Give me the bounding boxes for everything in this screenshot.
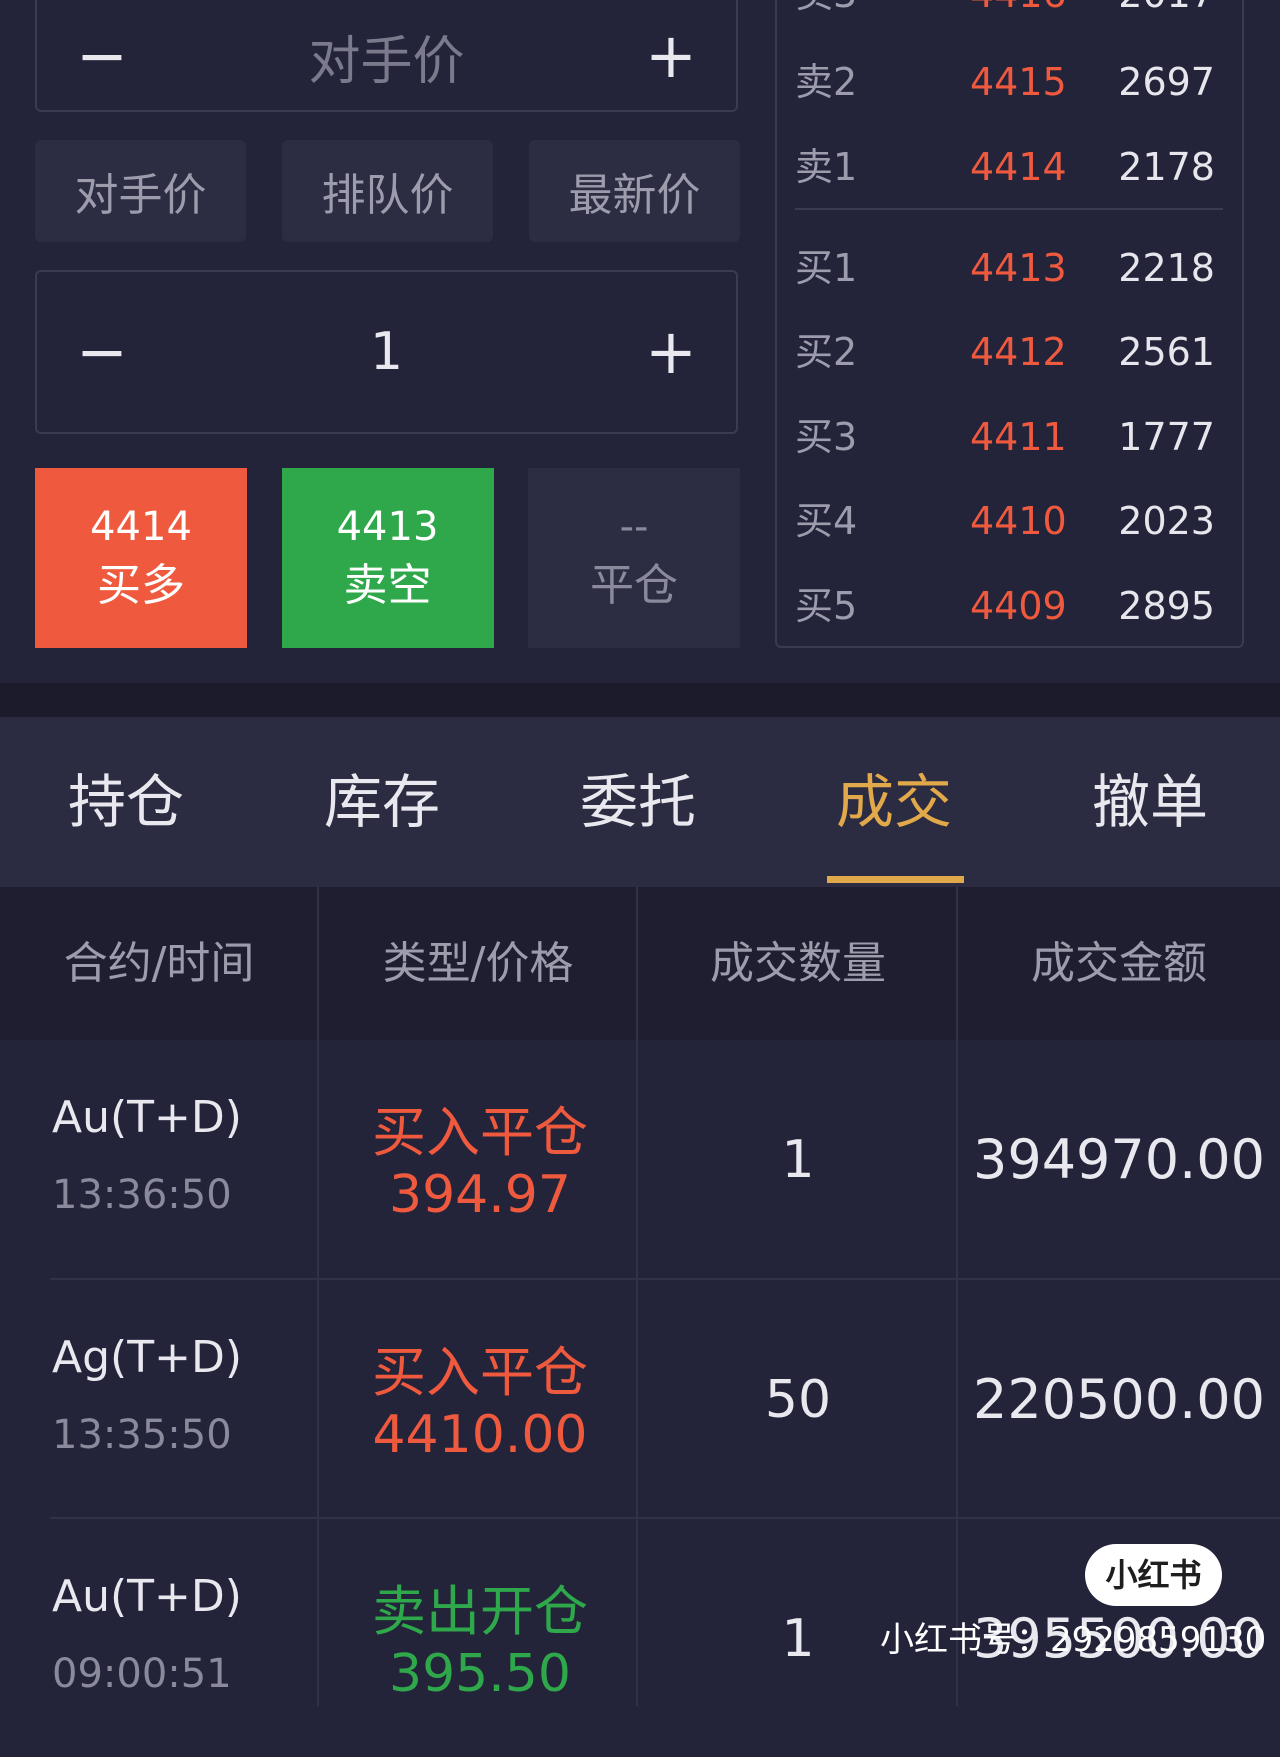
trade-contract: Au(T+D): [52, 1092, 242, 1143]
bid-row-2: 买2 4412 2561: [795, 322, 1215, 382]
ask-label: 卖2: [795, 60, 858, 104]
quantity-minus-button[interactable]: −: [37, 321, 167, 383]
header-quantity: 成交数量: [710, 938, 886, 989]
active-tab-indicator: [827, 876, 964, 883]
ask-price: 4415: [970, 60, 1067, 104]
bid-price: 4411: [970, 415, 1067, 459]
tab-bar: 持仓 库存 委托 成交 撤单: [0, 717, 1280, 887]
bid-label: 买1: [795, 246, 858, 290]
sell-label: 卖空: [343, 560, 432, 612]
order-book: 卖3 4416 2017 卖2 4415 2697 卖1 4414 2178 买…: [775, 0, 1244, 648]
price-input[interactable]: 对手价: [167, 19, 606, 94]
price-plus-button[interactable]: +: [606, 25, 736, 87]
bid-row-3: 买3 4411 1777: [795, 407, 1215, 467]
ask-price: 4416: [970, 0, 1067, 24]
price-stepper: − 对手价 +: [35, 0, 738, 112]
table-row[interactable]: Au(T+D) 13:36:50 买入平仓 394.97 1 394970.00: [0, 1040, 1280, 1278]
ask-price: 4414: [970, 145, 1067, 189]
close-price: --: [619, 504, 649, 551]
bid-volume: 2895: [1118, 584, 1215, 628]
table-row[interactable]: Ag(T+D) 13:35:50 买入平仓 4410.00 50 220500.…: [0, 1280, 1280, 1518]
tab-inventory[interactable]: 库存: [282, 717, 482, 887]
ask-label: 卖3: [795, 0, 857, 24]
ask-label: 卖1: [795, 145, 858, 189]
trade-time: 13:36:50: [52, 1172, 232, 1218]
book-divider: [795, 208, 1223, 210]
trade-price: 394.97: [389, 1165, 571, 1225]
bid-label: 买2: [795, 330, 858, 374]
ask-row-3: 卖3 4416 2017: [795, 0, 1215, 24]
buy-long-button[interactable]: 4414 买多: [35, 468, 247, 648]
trade-quantity: 50: [764, 1370, 832, 1430]
quantity-input[interactable]: 1: [167, 322, 606, 382]
trade-time: 13:35:50: [52, 1412, 232, 1458]
trade-contract: Au(T+D): [52, 1571, 242, 1622]
tab-positions[interactable]: 持仓: [26, 717, 226, 887]
bid-label: 买3: [795, 415, 858, 459]
buy-price: 4414: [90, 504, 192, 551]
trade-type: 买入平仓: [372, 1341, 588, 1404]
bid-row-5: 买5 4409 2895: [795, 576, 1215, 636]
order-actions: 4414 买多 4413 卖空 -- 平仓: [35, 468, 740, 648]
ask-volume: 2017: [1118, 0, 1215, 24]
quantity-stepper: − 1 +: [35, 270, 738, 434]
price-type-latest[interactable]: 最新价: [529, 140, 740, 242]
tab-trades[interactable]: 成交: [794, 717, 994, 887]
ask-row-2: 卖2 4415 2697: [795, 52, 1215, 112]
trades-table-header: 合约/时间 类型/价格 成交数量 成交金额: [0, 887, 1280, 1040]
order-area: − 对手价 + 对手价 排队价 最新价 − 1 + 4414 买多 4413 卖…: [0, 0, 1280, 683]
sell-price: 4413: [336, 504, 439, 551]
bid-label: 买4: [795, 499, 858, 543]
trade-contract: Ag(T+D): [52, 1332, 242, 1383]
bid-price: 4413: [970, 246, 1067, 290]
sell-short-button[interactable]: 4413 卖空: [281, 468, 494, 648]
trade-amount: 220500.00: [972, 1368, 1266, 1431]
bid-volume: 2023: [1118, 499, 1215, 543]
bid-row-4: 买4 4410 2023: [795, 491, 1215, 551]
trade-price: 4410.00: [372, 1405, 588, 1465]
close-position-button[interactable]: -- 平仓: [528, 468, 740, 648]
bid-volume: 2561: [1118, 330, 1215, 374]
tab-cancel[interactable]: 撤单: [1050, 717, 1250, 887]
price-type-counterparty[interactable]: 对手价: [35, 140, 246, 242]
trade-type: 卖出开仓: [372, 1580, 588, 1643]
price-type-queue[interactable]: 排队价: [282, 140, 493, 242]
buy-label: 买多: [97, 560, 185, 612]
trade-amount: 394970.00: [972, 1128, 1266, 1191]
bid-volume: 1777: [1118, 415, 1215, 459]
section-gap: [0, 683, 1280, 717]
bid-row-1: 买1 4413 2218: [795, 238, 1215, 298]
header-contract-time: 合约/时间: [63, 938, 255, 989]
trade-quantity: 1: [781, 1130, 815, 1190]
ask-volume: 2697: [1118, 60, 1215, 104]
xiaohongshu-logo: 小红书: [1085, 1544, 1222, 1606]
quantity-plus-button[interactable]: +: [606, 321, 736, 383]
price-type-selector: 对手价 排队价 最新价: [35, 140, 740, 242]
bid-price: 4410: [970, 499, 1067, 543]
trade-price: 395.50: [389, 1644, 571, 1704]
tab-orders[interactable]: 委托: [538, 717, 738, 887]
price-minus-button[interactable]: −: [37, 25, 167, 87]
ask-row-1: 卖1 4414 2178: [795, 137, 1215, 197]
header-amount: 成交金额: [1031, 938, 1207, 989]
bid-price: 4409: [970, 584, 1067, 628]
bid-price: 4412: [970, 330, 1067, 374]
ask-volume: 2178: [1118, 145, 1215, 189]
header-type-price: 类型/价格: [382, 938, 574, 989]
watermark-text: 小红书号：2929859130: [880, 1620, 1267, 1660]
trade-time: 09:00:51: [52, 1651, 232, 1697]
close-label: 平仓: [590, 560, 678, 612]
bid-label: 买5: [795, 584, 858, 628]
trade-type: 买入平仓: [372, 1101, 588, 1164]
bid-volume: 2218: [1118, 246, 1215, 290]
